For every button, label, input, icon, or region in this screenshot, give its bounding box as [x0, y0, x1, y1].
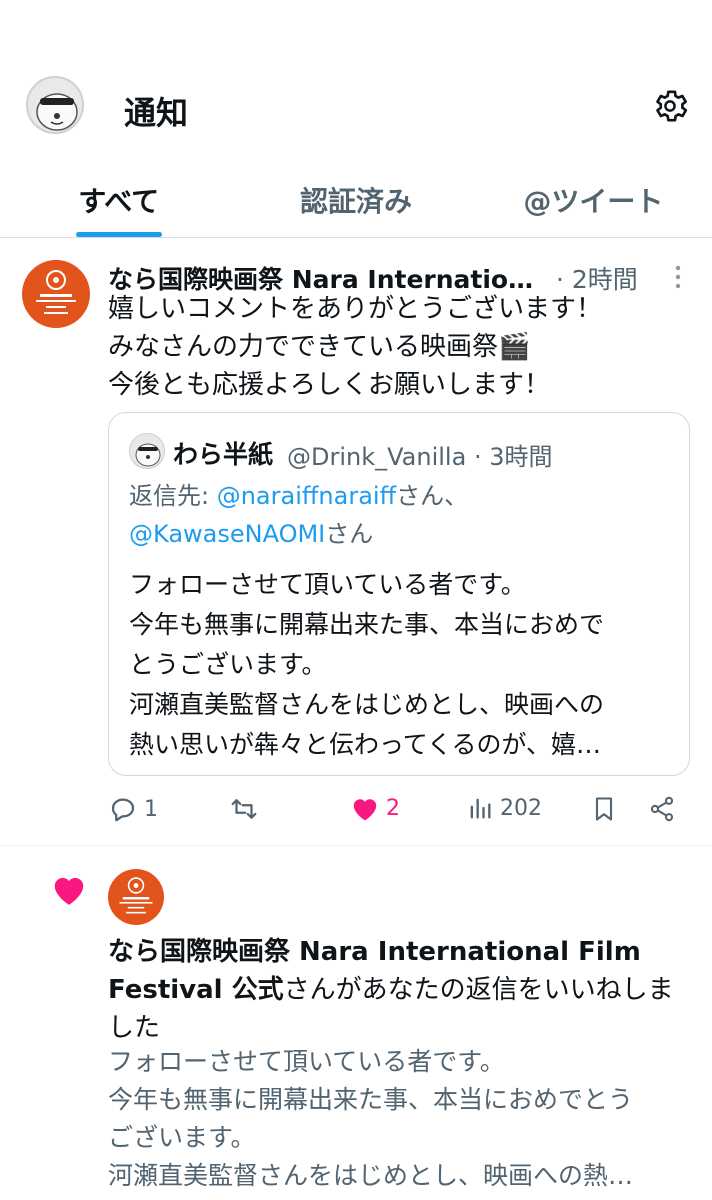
heart-icon [50, 871, 88, 907]
quoted-tweet[interactable]: わら半紙 @Drink_Vanilla · 3時間 返信先: @naraiffn… [108, 412, 690, 776]
tweet-line: 嬉しいコメントをありがとうございます！ [108, 294, 603, 324]
reply-user-link[interactable]: @naraiffnaraiff [217, 482, 396, 510]
share-icon [648, 794, 676, 824]
reply-user-link[interactable]: @KawaseNAOMI [129, 520, 325, 548]
reply-count: 1 [144, 796, 158, 822]
preview-line: ございます。 [108, 1123, 256, 1152]
page-title: 通知 [124, 94, 189, 132]
retweet-button[interactable] [228, 794, 260, 824]
notification-line: なら国際映画祭 Nara International Film [108, 937, 641, 967]
views-button[interactable]: 202 [466, 794, 542, 822]
notification-text: なら国際映画祭 Nara International Film Festival… [108, 933, 698, 1047]
tweet-actions: 1 2 202 [108, 794, 688, 830]
tab-all[interactable]: すべて [0, 170, 237, 237]
avatar[interactable] [108, 869, 164, 925]
tweet[interactable]: なら国際映画祭 Nara Internation… · 2時間 嬉しいコメントを… [0, 238, 712, 846]
like-button[interactable]: 2 [350, 794, 400, 822]
notification-preview: フォローさせて頂いている者です。 今年も無事に開幕出来た事、本当におめでとう ご… [108, 1043, 698, 1195]
quote-line: 河瀬直美監督さんをはじめとし、映画への [129, 690, 605, 719]
quote-line: 熱い思いが犇々と伝わってくるのが、嬉… [129, 730, 602, 759]
preview-line: 今年も無事に開幕出来た事、本当におめでとう [108, 1085, 634, 1114]
quote-line: とうございます。 [129, 650, 327, 679]
tab-label: すべて [78, 185, 160, 218]
quote-author-name: わら半紙 [173, 440, 274, 469]
reply-suffix: さん [325, 520, 374, 548]
tab-mentions[interactable]: @ツイート [475, 170, 712, 237]
reply-suffix: さん、 [396, 482, 469, 510]
tweet-line: 今後とも応援よろしくお願いします！ [108, 370, 551, 400]
quote-line: フォローさせて頂いている者です。 [129, 570, 526, 599]
preview-line: フォローさせて頂いている者です。 [108, 1047, 505, 1076]
avatar[interactable] [22, 260, 90, 328]
tab-label: 認証済み [299, 185, 412, 218]
tweet-line: みなさんの力でできている映画祭🎬 [108, 332, 531, 362]
app-header: 通知 [0, 0, 712, 170]
heart-icon [350, 794, 380, 822]
active-tab-indicator [76, 232, 162, 237]
retweet-icon [228, 794, 260, 824]
reply-prefix: 返信先: [129, 482, 217, 510]
bookmark-button[interactable] [590, 794, 618, 824]
reply-icon [108, 794, 138, 824]
views-icon [466, 794, 494, 822]
more-icon[interactable] [666, 262, 690, 292]
views-count: 202 [500, 795, 542, 821]
avatar[interactable] [26, 76, 84, 134]
quote-line: 今年も無事に開幕出来た事、本当におめで [129, 610, 605, 639]
settings-icon[interactable] [650, 86, 690, 126]
notification-author: Festival 公式 [108, 975, 284, 1005]
reply-button[interactable]: 1 [108, 794, 158, 824]
notification-action: さんがあなたの返信をいいねしま [283, 975, 674, 1005]
preview-line: 河瀬直美監督さんをはじめとし、映画への熱… [108, 1161, 634, 1190]
bookmark-icon [590, 794, 618, 824]
tab-label: @ツイート [523, 185, 664, 218]
like-notification[interactable]: なら国際映画祭 Nara International Film Festival… [0, 847, 712, 1200]
tab-verified[interactable]: 認証済み [237, 170, 474, 237]
quote-text: フォローさせて頂いている者です。 今年も無事に開幕出来た事、本当におめで とうご… [129, 565, 669, 765]
notification-line: した [108, 1013, 161, 1043]
share-button[interactable] [648, 794, 676, 824]
quote-handle-time: @Drink_Vanilla · 3時間 [287, 443, 553, 471]
reply-to: 返信先: @naraiffnaraiffさん、 @KawaseNAOMIさん [129, 477, 468, 553]
avatar [129, 433, 165, 469]
notification-tabs: すべて 認証済み @ツイート [0, 170, 712, 238]
like-count: 2 [386, 795, 400, 821]
tweet-text: 嬉しいコメントをありがとうございます！ みなさんの力でできている映画祭🎬 今後と… [108, 290, 698, 404]
